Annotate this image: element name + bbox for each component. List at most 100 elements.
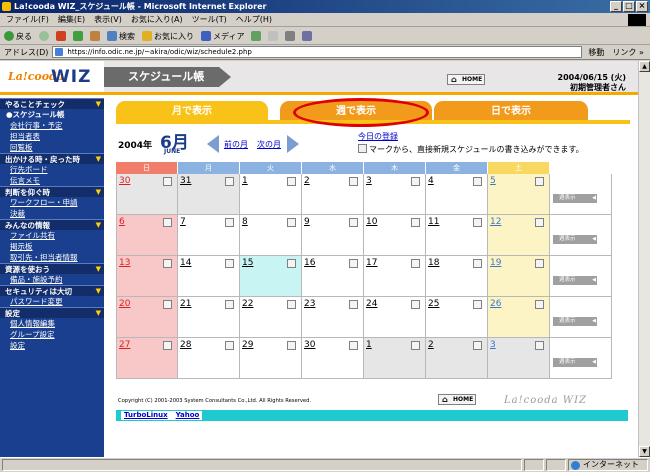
week-view-button[interactable]: 週表示 bbox=[553, 317, 597, 326]
new-entry-mark-icon[interactable] bbox=[535, 218, 544, 227]
refresh-button[interactable] bbox=[73, 31, 83, 41]
sidebar-item-schedule[interactable]: ●スケジュール帳 bbox=[0, 109, 104, 120]
new-entry-mark-icon[interactable] bbox=[349, 341, 358, 350]
sidebar-section-security[interactable]: セキュリティは大切 bbox=[0, 285, 104, 297]
day-cell[interactable]: 8 bbox=[240, 215, 302, 256]
day-number[interactable]: 14 bbox=[180, 258, 191, 268]
sidebar-item-profile[interactable]: 個人情報編集 bbox=[0, 318, 104, 329]
new-entry-mark-icon[interactable] bbox=[411, 300, 420, 309]
day-cell[interactable]: 31 bbox=[178, 174, 240, 215]
menu-file[interactable]: ファイル(F) bbox=[6, 14, 49, 25]
new-entry-mark-icon[interactable] bbox=[473, 218, 482, 227]
new-entry-mark-icon[interactable] bbox=[473, 177, 482, 186]
day-cell[interactable]: 30 bbox=[116, 174, 178, 215]
day-number[interactable]: 3 bbox=[490, 340, 496, 350]
day-number[interactable]: 5 bbox=[490, 176, 496, 186]
close-button[interactable]: × bbox=[636, 1, 648, 12]
maximize-button[interactable]: □ bbox=[623, 1, 635, 12]
day-number[interactable]: 15 bbox=[242, 258, 253, 268]
day-number[interactable]: 30 bbox=[304, 340, 315, 350]
new-entry-mark-icon[interactable] bbox=[287, 177, 296, 186]
day-cell[interactable]: 12 bbox=[488, 215, 550, 256]
sidebar-item-settings[interactable]: 設定 bbox=[0, 340, 104, 351]
forward-button[interactable] bbox=[39, 31, 49, 41]
new-entry-mark-icon[interactable] bbox=[535, 341, 544, 350]
day-number[interactable]: 29 bbox=[242, 340, 253, 350]
new-entry-mark-icon[interactable] bbox=[225, 259, 234, 268]
new-entry-mark-icon[interactable] bbox=[349, 300, 358, 309]
sidebar-item-group-settings[interactable]: グループ設定 bbox=[0, 329, 104, 340]
day-number[interactable]: 7 bbox=[180, 217, 186, 227]
new-entry-mark-icon[interactable] bbox=[411, 177, 420, 186]
day-number[interactable]: 1 bbox=[366, 340, 372, 350]
today-register-link[interactable]: 今日の登録 bbox=[358, 131, 398, 142]
header-home-button[interactable]: HOME bbox=[447, 74, 485, 85]
day-number[interactable]: 12 bbox=[490, 217, 501, 227]
new-entry-mark-icon[interactable] bbox=[225, 341, 234, 350]
new-entry-mark-icon[interactable] bbox=[287, 341, 296, 350]
day-cell[interactable]: 6 bbox=[116, 215, 178, 256]
new-entry-mark-icon[interactable] bbox=[163, 300, 172, 309]
day-cell[interactable]: 1 bbox=[240, 174, 302, 215]
day-cell-today[interactable]: 15 bbox=[240, 256, 302, 297]
vertical-scrollbar[interactable]: ▲ ▼ bbox=[638, 61, 650, 457]
new-entry-mark-icon[interactable] bbox=[349, 177, 358, 186]
new-entry-mark-icon[interactable] bbox=[225, 218, 234, 227]
day-cell[interactable]: 25 bbox=[426, 297, 488, 338]
history-button[interactable] bbox=[251, 31, 262, 41]
search-button[interactable]: 検索 bbox=[107, 31, 135, 42]
sidebar-section-settings[interactable]: 設定 bbox=[0, 307, 104, 319]
new-entry-mark-icon[interactable] bbox=[535, 259, 544, 268]
day-number[interactable]: 3 bbox=[366, 176, 372, 186]
day-cell[interactable]: 16 bbox=[302, 256, 364, 297]
menu-view[interactable]: 表示(V) bbox=[94, 14, 122, 25]
tab-month-view[interactable]: 月で表示 bbox=[116, 101, 268, 121]
day-number[interactable]: 24 bbox=[366, 299, 377, 309]
app-logo[interactable]: La!cooda WIZ bbox=[0, 61, 104, 95]
sidebar-item-message-memo[interactable]: 伝言メモ bbox=[0, 175, 104, 186]
sidebar-item-file-share[interactable]: ファイル共有 bbox=[0, 230, 104, 241]
day-cell[interactable]: 9 bbox=[302, 215, 364, 256]
link-yahoo[interactable]: Yahoo bbox=[176, 411, 200, 420]
day-cell[interactable]: 21 bbox=[178, 297, 240, 338]
new-entry-mark-icon[interactable] bbox=[473, 341, 482, 350]
day-number[interactable]: 18 bbox=[428, 258, 439, 268]
day-number[interactable]: 30 bbox=[119, 176, 130, 186]
prev-month-arrow-icon[interactable] bbox=[207, 135, 219, 153]
day-cell[interactable]: 30 bbox=[302, 338, 364, 379]
day-number[interactable]: 25 bbox=[428, 299, 439, 309]
next-month-link[interactable]: 次の月 bbox=[257, 139, 281, 150]
day-cell[interactable]: 24 bbox=[364, 297, 426, 338]
day-cell[interactable]: 14 bbox=[178, 256, 240, 297]
day-cell[interactable]: 2 bbox=[302, 174, 364, 215]
day-number[interactable]: 22 bbox=[242, 299, 253, 309]
day-number[interactable]: 16 bbox=[304, 258, 315, 268]
back-button[interactable]: 戻る bbox=[4, 31, 32, 42]
day-cell[interactable]: 3 bbox=[488, 338, 550, 379]
new-entry-mark-icon[interactable] bbox=[349, 218, 358, 227]
home-toolbar-button[interactable] bbox=[90, 31, 100, 41]
new-entry-mark-icon[interactable] bbox=[535, 177, 544, 186]
week-view-button[interactable]: 週表示 bbox=[553, 276, 597, 285]
day-number[interactable]: 9 bbox=[304, 217, 310, 227]
sidebar-item-company-events[interactable]: 会社行事・予定 bbox=[0, 120, 104, 131]
new-entry-mark-icon[interactable] bbox=[411, 218, 420, 227]
day-cell[interactable]: 1 bbox=[364, 338, 426, 379]
sidebar-section-todo[interactable]: やることチェック bbox=[0, 98, 104, 110]
sidebar-item-destination-board[interactable]: 行先ボード bbox=[0, 164, 104, 175]
new-entry-mark-icon[interactable] bbox=[163, 259, 172, 268]
day-number[interactable]: 13 bbox=[119, 258, 130, 268]
day-cell[interactable]: 26 bbox=[488, 297, 550, 338]
sidebar-item-facility-booking[interactable]: 備品・施設予約 bbox=[0, 274, 104, 285]
day-number[interactable]: 2 bbox=[428, 340, 434, 350]
sidebar-section-resources[interactable]: 資源を使おう bbox=[0, 263, 104, 275]
day-cell[interactable]: 3 bbox=[364, 174, 426, 215]
new-entry-mark-icon[interactable] bbox=[163, 341, 172, 350]
new-entry-mark-icon[interactable] bbox=[411, 341, 420, 350]
new-entry-mark-icon[interactable] bbox=[225, 177, 234, 186]
links-button[interactable]: リンク » bbox=[612, 47, 643, 58]
day-cell[interactable]: 27 bbox=[116, 338, 178, 379]
scroll-up-icon[interactable]: ▲ bbox=[639, 61, 650, 72]
day-cell[interactable]: 18 bbox=[426, 256, 488, 297]
url-input[interactable]: https://info.odic.ne.jp/~akira/odic/wiz/… bbox=[52, 46, 583, 58]
